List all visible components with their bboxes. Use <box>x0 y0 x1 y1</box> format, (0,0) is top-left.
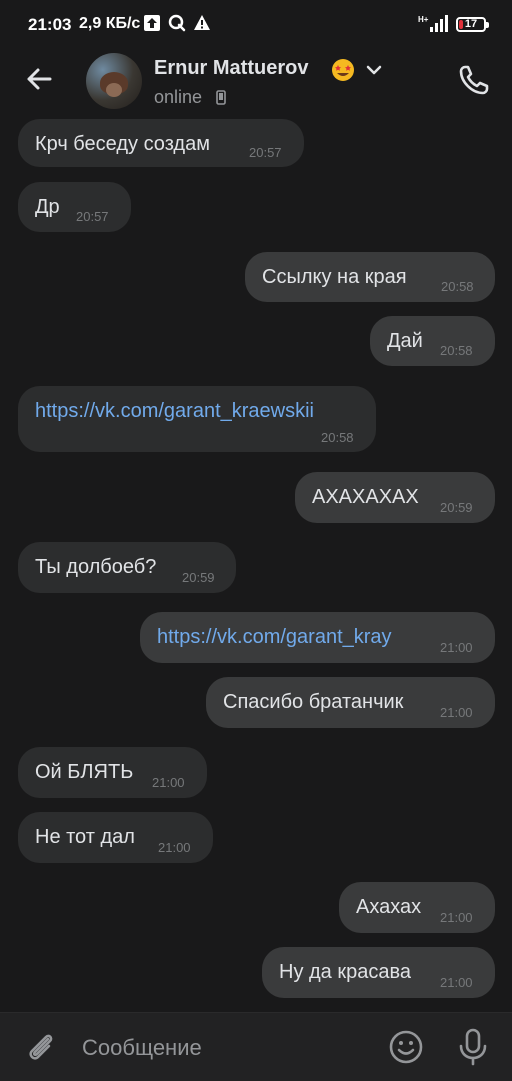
network-type-label: H+ <box>418 15 429 24</box>
message-text: Не тот дал <box>35 826 135 848</box>
chat-header: Ernur Mattuerov online <box>0 48 512 112</box>
avatar[interactable] <box>86 53 142 109</box>
message-time: 20:59 <box>440 500 473 515</box>
message-text: Ой БЛЯТЬ <box>35 761 134 783</box>
attach-paperclip-icon[interactable] <box>22 1029 58 1065</box>
message-time: 20:57 <box>76 209 109 224</box>
signal-icon: H+ <box>418 15 448 32</box>
emoji-picker-icon[interactable] <box>388 1029 424 1065</box>
status-bar: 21:03 2,9 КБ/с H+ 17 <box>0 0 512 48</box>
message-list[interactable]: Крч беседу создам 20:57 Др 20:57 Ссылку … <box>0 112 512 1012</box>
message-time: 20:58 <box>321 430 354 445</box>
message-input[interactable] <box>80 1029 374 1067</box>
message-bubble-incoming[interactable]: https://vk.com/garant_kraewskii 20:58 <box>18 386 376 452</box>
message-text: Ахахах <box>356 896 422 918</box>
status-network-speed: 2,9 КБ/с <box>79 15 141 32</box>
message-composer <box>0 1012 512 1081</box>
message-text: АХАХАХАХ <box>312 486 419 508</box>
message-time: 20:58 <box>441 279 474 294</box>
battery-level: 17 <box>464 18 478 30</box>
online-status: online <box>154 87 203 107</box>
star-struck-emoji-icon <box>332 59 354 81</box>
message-time: 21:00 <box>440 910 473 925</box>
message-link[interactable]: https://vk.com/garant_kraewskii <box>35 400 314 423</box>
mobile-device-icon <box>216 90 226 105</box>
message-time: 21:00 <box>440 705 473 720</box>
message-bubble-outgoing[interactable]: Спасибо братанчик 21:00 <box>206 677 495 728</box>
message-bubble-incoming[interactable]: Ой БЛЯТЬ 21:00 <box>18 747 207 798</box>
message-bubble-incoming[interactable]: Крч беседу создам 20:57 <box>18 119 304 167</box>
message-bubble-incoming[interactable]: Др 20:57 <box>18 182 131 232</box>
message-bubble-outgoing[interactable]: https://vk.com/garant_kray 21:00 <box>140 612 495 663</box>
message-bubble-incoming[interactable]: Не тот дал 21:00 <box>18 812 213 863</box>
message-text: Ну да красава <box>279 961 411 983</box>
battery-icon: 17 <box>456 16 489 32</box>
message-link[interactable]: https://vk.com/garant_kray <box>157 626 392 649</box>
message-text: Дай <box>387 330 423 352</box>
message-time: 20:59 <box>182 570 215 585</box>
status-right-icons: H+ 17 <box>418 14 489 34</box>
message-time: 20:57 <box>249 145 282 160</box>
message-bubble-outgoing[interactable]: Ссылку на края 20:58 <box>245 252 495 302</box>
warning-icon <box>194 15 210 30</box>
message-bubble-outgoing[interactable]: Ахахах 21:00 <box>339 882 495 933</box>
message-text: Др <box>35 196 60 218</box>
sync-icon <box>168 14 186 32</box>
message-bubble-outgoing[interactable]: АХАХАХАХ 20:59 <box>295 472 495 523</box>
back-arrow-icon[interactable] <box>22 62 56 96</box>
message-text: Ссылку на края <box>262 266 407 288</box>
microphone-icon[interactable] <box>455 1027 491 1067</box>
contact-name[interactable]: Ernur Mattuerov <box>154 57 308 80</box>
message-bubble-incoming[interactable]: Ты долбоеб? 20:59 <box>18 542 236 593</box>
message-time: 21:00 <box>440 640 473 655</box>
message-time: 21:00 <box>440 975 473 990</box>
chevron-down-icon[interactable] <box>365 64 383 76</box>
message-time: 21:00 <box>152 775 185 790</box>
status-time: 21:03 <box>28 15 72 34</box>
message-text: Крч беседу создам <box>35 133 210 155</box>
message-time: 21:00 <box>158 840 191 855</box>
message-text: Ты долбоеб? <box>35 556 157 578</box>
message-bubble-outgoing[interactable]: Дай 20:58 <box>370 316 495 366</box>
message-bubble-outgoing[interactable]: Ну да красава 21:00 <box>262 947 495 998</box>
upload-icon <box>144 15 160 31</box>
message-text: Спасибо братанчик <box>223 691 404 713</box>
message-time: 20:58 <box>440 343 473 358</box>
phone-call-icon[interactable] <box>456 62 492 98</box>
